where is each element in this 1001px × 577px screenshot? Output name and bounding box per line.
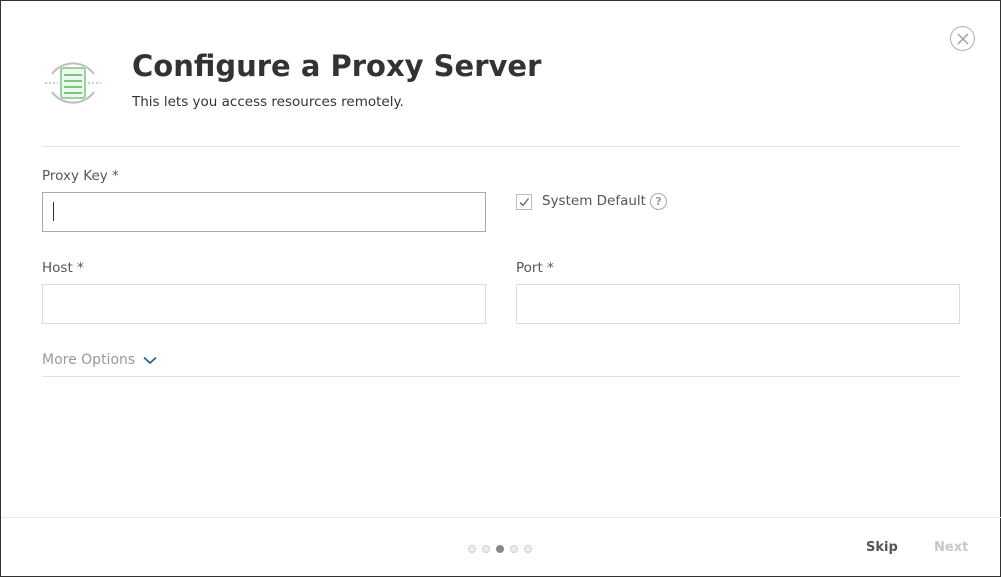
footer-divider (2, 517, 1001, 518)
step-dot[interactable] (510, 545, 518, 553)
step-dot-active[interactable] (496, 545, 504, 553)
page-title: Configure a Proxy Server (132, 49, 542, 83)
close-button[interactable] (950, 26, 975, 51)
proxy-key-input[interactable] (42, 192, 486, 232)
more-options-divider (42, 376, 960, 377)
proxy-key-label: Proxy Key * (42, 168, 119, 184)
checkmark-icon (519, 198, 530, 207)
more-options-label: More Options (42, 352, 136, 368)
system-default-label[interactable]: System Default (542, 193, 646, 209)
step-dot[interactable] (524, 545, 532, 553)
help-icon[interactable]: ? (650, 193, 667, 210)
header-divider (42, 146, 960, 147)
close-icon (956, 32, 969, 45)
skip-button[interactable]: Skip (866, 540, 898, 555)
text-caret (53, 202, 54, 221)
page-subtitle: This lets you access resources remotely. (132, 94, 404, 110)
step-dot[interactable] (468, 545, 476, 553)
chevron-down-icon (143, 356, 157, 364)
host-label: Host * (42, 260, 84, 276)
proxy-server-icon (45, 62, 101, 104)
port-input[interactable] (516, 284, 960, 324)
port-label: Port * (516, 260, 554, 276)
system-default-checkbox[interactable] (516, 194, 532, 210)
more-options-toggle[interactable]: More Options (42, 352, 157, 368)
dialog-window: Configure a Proxy Server This lets you a… (0, 0, 1001, 577)
next-button[interactable]: Next (934, 540, 968, 555)
step-dot[interactable] (482, 545, 490, 553)
host-input[interactable] (42, 284, 486, 324)
step-indicator (468, 545, 532, 553)
